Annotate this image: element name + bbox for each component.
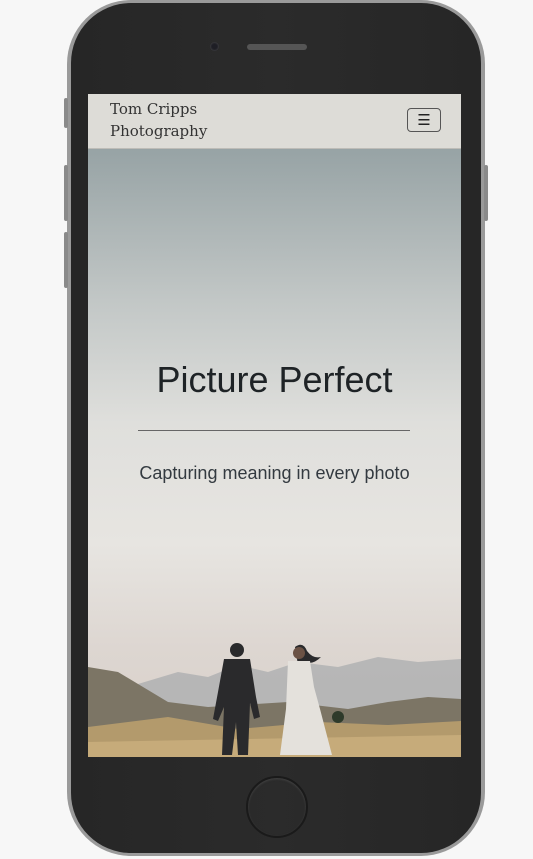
volume-up-button bbox=[64, 165, 68, 221]
screen: Tom Cripps Photography ☰ Picture Perfect… bbox=[88, 94, 461, 757]
speaker-grille bbox=[247, 44, 307, 50]
couple-landscape-image bbox=[88, 643, 461, 757]
hero-section: Picture Perfect Capturing meaning in eve… bbox=[88, 149, 461, 757]
brand-link[interactable]: Tom Cripps Photography bbox=[110, 98, 207, 142]
mute-switch bbox=[64, 98, 68, 128]
hero-divider bbox=[138, 430, 410, 431]
hero-subtitle: Capturing meaning in every photo bbox=[139, 463, 410, 483]
menu-toggle-button[interactable]: ☰ bbox=[407, 108, 441, 132]
front-camera-icon bbox=[210, 42, 219, 51]
hamburger-icon: ☰ bbox=[417, 112, 431, 129]
brand-line-1: Tom Cripps bbox=[110, 100, 198, 118]
power-button bbox=[484, 165, 488, 221]
hero-title: Picture Perfect bbox=[156, 359, 393, 400]
navbar: Tom Cripps Photography ☰ bbox=[88, 94, 461, 149]
home-button[interactable] bbox=[246, 776, 308, 838]
volume-down-button bbox=[64, 232, 68, 288]
brand-line-2: Photography bbox=[110, 122, 208, 140]
